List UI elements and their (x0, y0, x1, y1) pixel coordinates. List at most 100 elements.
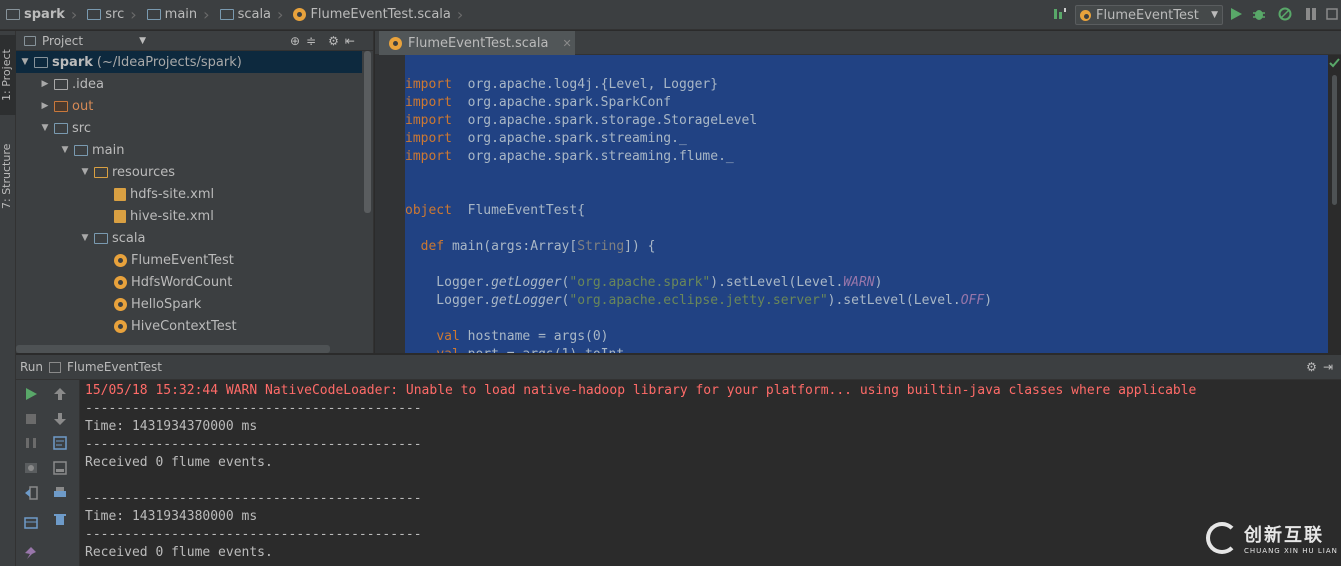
tree-node-label: spark (52, 54, 93, 70)
watermark-logo (1206, 522, 1238, 554)
debug-icon[interactable] (1252, 7, 1266, 21)
console-icon (49, 361, 62, 373)
tree-node-label: out (72, 98, 94, 114)
vcs-icon[interactable] (1325, 7, 1339, 21)
tree-node[interactable]: HiveContextTest (100, 315, 237, 337)
code-token: object (405, 203, 452, 218)
tree-node[interactable]: hive-site.xml (100, 205, 214, 227)
breadcrumb-src[interactable]: src › (81, 0, 140, 30)
collapse-all-icon[interactable]: ≑ (306, 34, 316, 48)
editor-scroll-thumb[interactable] (1332, 75, 1337, 205)
pause-icon[interactable] (24, 436, 38, 450)
scala-object-icon (389, 36, 402, 50)
breadcrumb-label: scala (237, 7, 272, 22)
folder-icon (87, 9, 102, 20)
expanded-arrow-icon[interactable]: ▼ (40, 123, 50, 133)
code-token: OFF (960, 293, 985, 308)
vcs-update-icon[interactable] (1304, 7, 1318, 21)
tree-node[interactable]: hdfs-site.xml (100, 183, 214, 205)
module-icon (6, 9, 20, 20)
expanded-arrow-icon[interactable]: ▼ (60, 145, 70, 155)
expanded-arrow-icon[interactable]: ▼ (80, 233, 90, 243)
module-icon (34, 56, 48, 68)
coverage-icon[interactable] (1278, 7, 1292, 21)
stop-icon[interactable] (24, 412, 38, 426)
tree-node[interactable]: ▼ src (40, 117, 91, 139)
code-line: import org.apache.spark.SparkConf (405, 94, 671, 112)
target-icon[interactable]: ⊕ (290, 34, 300, 48)
editor-scrollbar[interactable] (1328, 55, 1341, 353)
checkmark-icon (1329, 58, 1340, 68)
tree-node-label: src (72, 120, 91, 136)
breadcrumb-label: FlumeEventTest.scala (310, 7, 451, 22)
print-icon[interactable] (53, 486, 67, 500)
pin-icon[interactable] (24, 546, 38, 560)
console-line: Received 0 flume events. (85, 545, 273, 560)
chevron-down-icon[interactable]: ▼ (139, 36, 146, 46)
watermark-title: 创新互联 (1244, 525, 1324, 546)
tree-node-label: .idea (72, 76, 104, 92)
tree-node[interactable]: ▼ main (60, 139, 125, 161)
code-editor[interactable]: import org.apache.log4j.{Level, Logger} i… (405, 55, 1328, 353)
close-icon[interactable]: ✕ (562, 37, 571, 50)
source-folder-icon (74, 144, 88, 156)
dump-threads-icon[interactable] (24, 461, 38, 475)
collapsed-arrow-icon[interactable]: ▶ (40, 101, 50, 111)
breadcrumb-scala[interactable]: scala › (214, 0, 288, 30)
project-panel-title[interactable]: Project (42, 34, 83, 48)
tree-scrollbar[interactable] (364, 51, 371, 213)
code-token: org.apache.spark.SparkConf (451, 95, 672, 110)
watermark: 创新互联 CHUANG XIN HU LIAN (1206, 521, 1338, 555)
tree-node[interactable]: FlumeEventTest (100, 249, 234, 271)
code-token: getLogger (491, 275, 562, 290)
tab-structure[interactable]: 7: Structure (0, 131, 16, 221)
tree-node[interactable]: HdfsWordCount (100, 271, 232, 293)
tree-node[interactable]: ▶ .idea (40, 73, 104, 95)
exit-icon[interactable] (24, 486, 38, 500)
expanded-arrow-icon[interactable]: ▼ (80, 167, 90, 177)
hide-panel-icon[interactable]: ⇥ (1323, 360, 1333, 374)
rerun-icon[interactable] (24, 387, 38, 401)
tab-project[interactable]: 1: Project (0, 35, 16, 115)
arrow-up-icon[interactable] (53, 387, 67, 401)
console-output[interactable]: 15/05/18 15:32:44 WARN NativeCodeLoader:… (80, 380, 1341, 566)
run-configuration-select[interactable]: FlumeEventTest ▼ (1075, 5, 1223, 25)
tree-node[interactable]: HelloSpark (100, 293, 201, 315)
breadcrumb-spark[interactable]: spark › (0, 0, 81, 30)
hide-panel-icon[interactable]: ⇤ (345, 34, 355, 48)
code-token: "org.apache.spark" (569, 275, 711, 290)
code-token: import (405, 131, 452, 146)
code-token: org.apache.spark.streaming._ (451, 131, 687, 146)
chevron-right-icon: › (130, 5, 137, 24)
run-config-tab[interactable]: FlumeEventTest (67, 360, 162, 374)
tree-node[interactable]: ▼ resources (80, 161, 175, 183)
trash-icon[interactable] (53, 512, 67, 526)
tree-node[interactable]: ▼ scala (80, 227, 146, 249)
tree-node[interactable]: ▼ spark (~/IdeaProjects/spark) (20, 51, 242, 73)
folder-icon (219, 9, 234, 20)
code-token: import (405, 77, 452, 92)
run-panel-label[interactable]: Run (20, 360, 43, 374)
collapsed-arrow-icon[interactable]: ▶ (40, 79, 50, 89)
run-icon[interactable] (1229, 7, 1243, 21)
breadcrumb-file[interactable]: FlumeEventTest.scala › (287, 0, 467, 30)
project-panel-header: Project ▼ ⊕ ≑ ⚙ ⇤ (16, 31, 373, 51)
tree-node-label: HelloSpark (131, 296, 202, 312)
gear-icon[interactable]: ⚙ (328, 34, 339, 48)
gear-icon[interactable]: ⚙ (1306, 360, 1317, 374)
scala-object-icon (114, 319, 127, 333)
make-project-icon[interactable] (1053, 7, 1067, 21)
code-token: ).setLevel(Level. (827, 293, 961, 308)
resources-folder-icon (94, 166, 108, 178)
layout-icon[interactable] (24, 516, 38, 530)
soft-wrap-icon[interactable] (53, 436, 67, 450)
breadcrumb-main[interactable]: main › (141, 0, 214, 30)
tree-node[interactable]: ▶ out (40, 95, 94, 117)
tree-horizontal-scrollbar[interactable] (16, 345, 330, 353)
scroll-to-end-icon[interactable] (53, 461, 67, 475)
editor-tab-flumeeventtest[interactable]: FlumeEventTest.scala ✕ (379, 31, 575, 55)
expanded-arrow-icon[interactable]: ▼ (20, 57, 30, 67)
arrow-down-icon[interactable] (53, 412, 67, 426)
editor-gutter (375, 55, 405, 353)
